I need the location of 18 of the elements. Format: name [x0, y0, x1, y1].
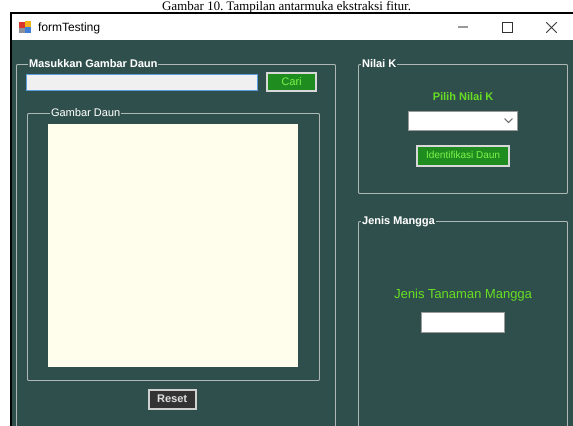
app-icon — [18, 20, 32, 34]
group-title: Gambar Daun — [50, 107, 122, 120]
reset-button[interactable]: Reset — [148, 389, 196, 410]
chevron-down-icon — [504, 118, 513, 124]
search-button[interactable]: Cari — [266, 72, 317, 92]
group-title: Jenis Mangga — [361, 215, 436, 228]
group-title: Masukkan Gambar Daun — [28, 58, 158, 71]
maximize-icon — [502, 22, 512, 32]
figure-caption: Gambar 10. Tampilan antarmuka ekstraksi fitur. — [160, 0, 412, 12]
result-field[interactable] — [421, 312, 505, 333]
group-title: Nilai K — [361, 58, 398, 71]
result-label: Jenis Tanaman Mangga — [394, 286, 532, 302]
k-dropdown[interactable] — [408, 111, 518, 131]
identify-button[interactable]: Identifikasi Daun — [416, 145, 510, 167]
file-path-field[interactable] — [26, 74, 258, 90]
window-title: formTesting — [38, 19, 100, 36]
k-label: Pilih Nilai K — [432, 91, 494, 104]
close-icon — [546, 22, 556, 32]
